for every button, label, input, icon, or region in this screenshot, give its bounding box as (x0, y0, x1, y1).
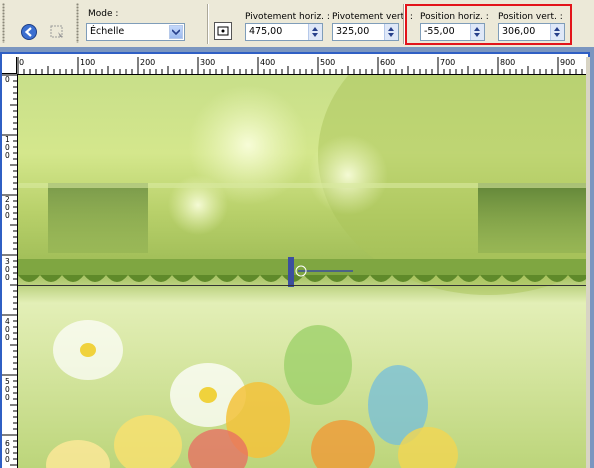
ruler-corner (2, 57, 17, 74)
mode-label: Mode : (88, 9, 119, 19)
ruler-label: 100 (80, 58, 96, 67)
ruler-label: 3 0 0 (5, 257, 10, 282)
pivot-icon (217, 26, 229, 36)
vertical-ruler: 0 1 0 0 2 0 0 3 0 0 4 0 0 5 0 0 6 0 0 (2, 74, 18, 468)
arrow-up-icon[interactable] (388, 27, 394, 31)
reset-button[interactable] (46, 21, 68, 43)
ruler-label: 500 (320, 58, 336, 67)
mode-value: Échelle (90, 26, 125, 37)
apply-icon (21, 24, 37, 40)
pivot-h-value: 475,00 (249, 26, 283, 37)
apply-button[interactable] (18, 21, 40, 43)
pivot-v-field[interactable]: 325,00 (332, 23, 399, 41)
arrow-up-icon[interactable] (312, 27, 318, 31)
ruler-label: 200 (140, 58, 156, 67)
ruler-label: 900 (560, 58, 576, 67)
toolbar-grip[interactable] (76, 3, 79, 43)
ruler-label: 300 (200, 58, 216, 67)
spin-buttons[interactable] (308, 24, 322, 40)
ruler-label: 0 (5, 75, 10, 84)
canvas-image[interactable] (18, 75, 586, 468)
ruler-label: 6 0 0 (5, 439, 10, 464)
ruler-label: 4 0 0 (5, 317, 10, 342)
ruler-label: 400 (260, 58, 276, 67)
horizontal-ruler: 0 100 200 300 400 500 600 700 800 900 (17, 57, 586, 75)
ruler-label: 5 0 0 (5, 377, 10, 402)
easter-artwork (18, 75, 586, 468)
mode-select[interactable]: Échelle (86, 23, 185, 41)
highlight-box (405, 4, 572, 45)
toolbar-grip[interactable] (2, 3, 5, 43)
pivot-v-value: 325,00 (336, 26, 370, 37)
ruler-label: 600 (380, 58, 396, 67)
ruler-label: 700 (440, 58, 456, 67)
separator (207, 4, 209, 44)
pivot-h-field[interactable]: 475,00 (245, 23, 323, 41)
chevron-down-icon[interactable] (169, 25, 183, 39)
pivot-h-label: Pivotement horiz. : (245, 12, 330, 22)
spin-buttons[interactable] (384, 24, 398, 40)
ruler-label: 2 0 0 (5, 195, 10, 220)
ruler-label: 0 (19, 58, 25, 67)
deform-toolbar: Mode : Échelle Pivotement horiz. : 475,0… (0, 0, 594, 48)
ruler-label: 800 (500, 58, 516, 67)
arrow-down-icon[interactable] (388, 33, 394, 37)
reset-icon (50, 25, 63, 38)
vertical-scrollbar[interactable] (586, 57, 590, 468)
ruler-label: 1 0 0 (5, 135, 10, 160)
arrow-down-icon[interactable] (312, 33, 318, 37)
pivot-v-label: Pivotement vert. : (332, 12, 413, 22)
pivot-button[interactable] (214, 22, 232, 40)
